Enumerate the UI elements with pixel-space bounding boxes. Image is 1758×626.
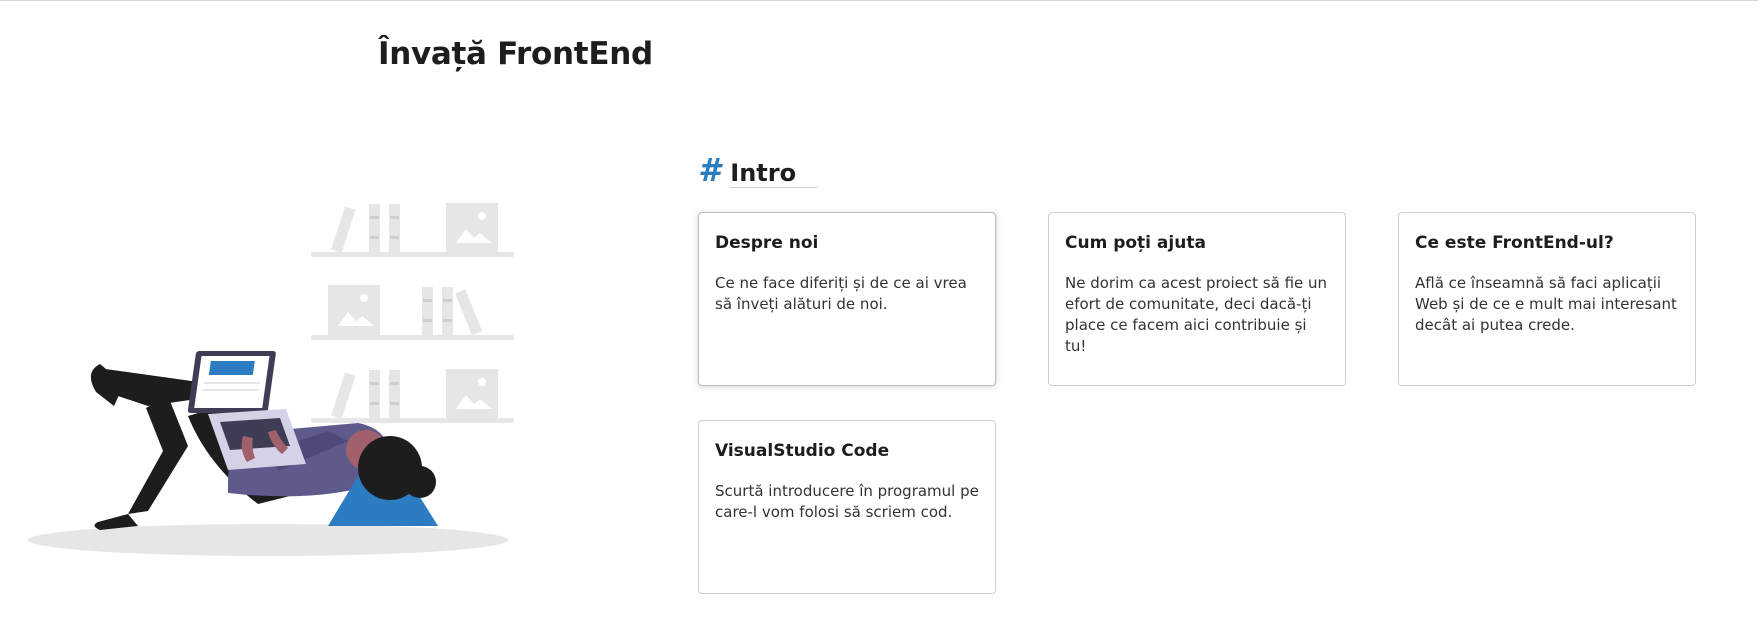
section-heading: # Intro — [698, 150, 819, 190]
card-description: Află ce înseamnă să faci aplicații Web ș… — [1415, 274, 1677, 334]
card-ce-este-frontend[interactable]: Ce este FrontEnd-ul? Află ce înseamnă să… — [1398, 212, 1696, 386]
card-title: Ce este FrontEnd-ul? — [1415, 233, 1614, 253]
card-description: Scurtă introducere în programul pe care-… — [715, 482, 979, 521]
person-reading-laptop-illustration — [28, 203, 514, 556]
card-title: Despre noi — [715, 233, 819, 253]
card-description: Ce ne face diferiți și de ce ai vrea să … — [715, 274, 967, 313]
card-despre-noi[interactable]: Despre noi Ce ne face diferiți și de ce … — [698, 212, 996, 386]
section-title: Intro — [730, 153, 819, 188]
card-visualstudio-code[interactable]: VisualStudio Code Scurtă introducere în … — [698, 420, 996, 594]
hash-anchor-icon[interactable]: # — [698, 150, 720, 190]
site-title[interactable]: Învață FrontEnd — [378, 36, 653, 72]
top-divider — [0, 0, 1758, 1]
card-cum-poti-ajuta[interactable]: Cum poți ajuta Ne dorim ca acest proiect… — [1048, 212, 1346, 386]
card-title: VisualStudio Code — [715, 441, 890, 461]
card-title: Cum poți ajuta — [1065, 233, 1206, 253]
card-description: Ne dorim ca acest proiect să fie un efor… — [1065, 274, 1328, 355]
